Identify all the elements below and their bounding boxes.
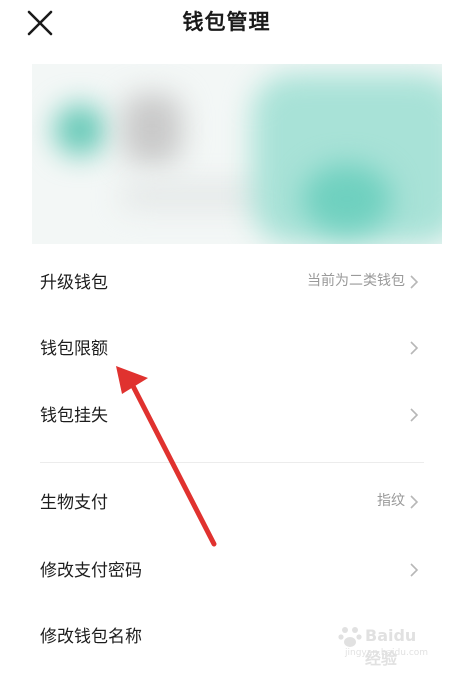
menu-value: 指纹 (377, 493, 405, 509)
menu-upgrade-wallet[interactable]: 升级钱包 当前为二类钱包 (0, 250, 453, 316)
menu-label: 生物支付 (40, 493, 108, 513)
menu-label: 钱包挂失 (40, 406, 108, 426)
card-name-blur (122, 94, 182, 164)
chevron-right-icon (410, 408, 419, 422)
menu-label: 升级钱包 (40, 273, 108, 293)
card-decor-blur-2 (302, 164, 392, 234)
baidu-paw-icon (338, 627, 362, 647)
chevron-right-icon (410, 495, 419, 509)
menu-label: 钱包限额 (40, 339, 108, 359)
baidu-jingyan-watermark: Baidu 经验 jingyan.baidu.com (335, 624, 431, 668)
menu-wallet-limit[interactable]: 钱包限额 (0, 316, 453, 382)
menu-value: 当前为二类钱包 (307, 273, 405, 289)
card-avatar-blur (54, 104, 106, 156)
wallet-card-blurred (32, 64, 442, 244)
chevron-right-icon (410, 563, 419, 577)
menu-wallet-loss-report[interactable]: 钱包挂失 (0, 383, 453, 449)
chevron-right-icon (410, 341, 419, 355)
section-divider (40, 462, 424, 463)
page-title: 钱包管理 (182, 10, 271, 34)
watermark-url: jingyan.baidu.com (345, 648, 429, 658)
menu-change-pay-password[interactable]: 修改支付密码 (0, 538, 453, 604)
chevron-right-icon (410, 275, 419, 289)
menu-biometric-pay[interactable]: 生物支付 指纹 (0, 470, 453, 536)
top-bar: 钱包管理 (0, 0, 453, 48)
menu-label: 修改支付密码 (40, 561, 142, 581)
menu-label: 修改钱包名称 (40, 627, 142, 647)
